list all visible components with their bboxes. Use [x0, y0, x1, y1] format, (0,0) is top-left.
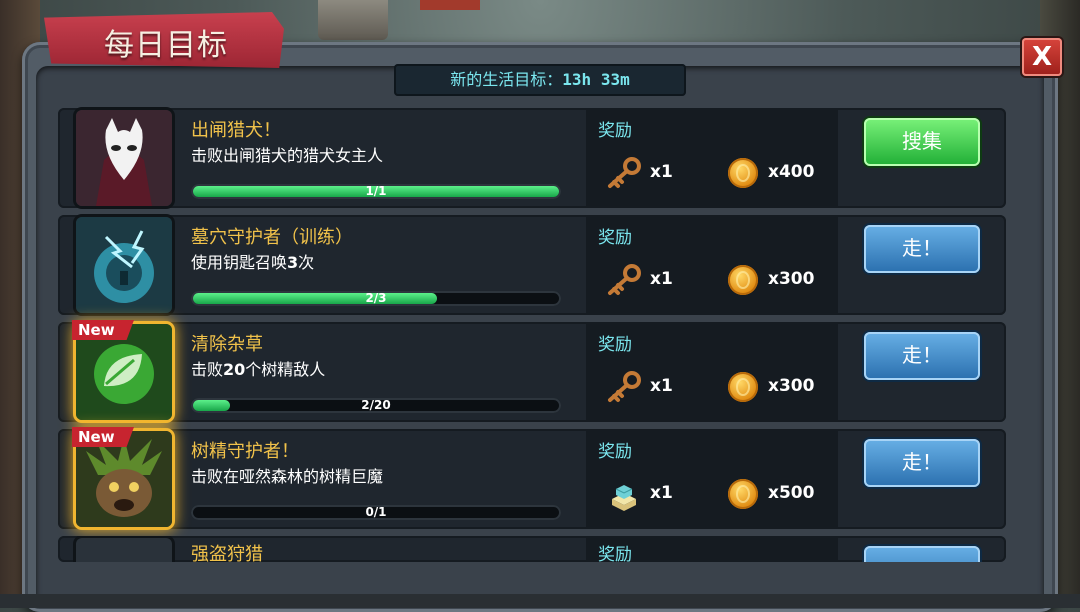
go-button[interactable]: 走！ [864, 225, 980, 273]
progress-text: 1/1 [365, 184, 387, 198]
reward-area: 奖励 x1 x300 [586, 322, 838, 422]
progress-text: 2/20 [361, 398, 391, 412]
reward-coin-qty: x300 [768, 376, 815, 396]
quest-name: 出闸猎犬！ [191, 120, 281, 141]
coin-icon [728, 265, 758, 295]
background-tower [318, 0, 388, 40]
reward-coin-qty: x400 [768, 162, 815, 182]
reward-label: 奖励 [598, 545, 632, 562]
key-icon [608, 264, 641, 295]
desc-text: 次 [298, 253, 315, 272]
reset-timer: 新的生活目标：13h 33m [394, 64, 686, 96]
reward-area: 奖励 x1 x300 [586, 215, 838, 315]
progress-text: 2/3 [365, 291, 387, 305]
desc-text: 使用钥匙召唤 [191, 253, 288, 272]
reward-area: 奖励 [586, 536, 838, 562]
reward-label: 奖励 [598, 228, 632, 248]
go-button[interactable] [864, 546, 980, 562]
quest-description: 使用钥匙召唤3次 [191, 249, 314, 273]
quest-progress-bar: 1/1 [191, 184, 561, 199]
quest-row: New 树精守护者！ 击败在哑然森林的树精巨魔 0/1 奖励 x1 x500 走… [58, 427, 1006, 529]
reward-item-qty: x1 [650, 269, 673, 289]
quest-row: New 清除杂草 击败20个树精敌人 2/20 奖励 x1 x300 走！ [58, 320, 1006, 422]
quest-portrait [76, 538, 172, 562]
quest-row: 强盗狩猎 奖励 [58, 536, 1006, 562]
quest-portrait-masked-woman [76, 110, 172, 206]
quest-name: 强盗狩猎 [191, 544, 263, 562]
quest-progress-bar: 2/3 [191, 291, 561, 306]
progress-text: 0/1 [365, 505, 387, 519]
new-badge: New [72, 427, 134, 447]
bottom-nav-strip [0, 594, 1080, 608]
coin-icon [728, 158, 758, 188]
cake-icon [612, 485, 636, 511]
reward-item-qty: x1 [650, 376, 673, 396]
reward-label: 奖励 [598, 335, 632, 355]
quest-progress-bar: 0/1 [191, 505, 561, 520]
reward-area: 奖励 x1 x400 [586, 108, 838, 208]
desc-text: 击败 [191, 360, 224, 379]
reward-label: 奖励 [598, 121, 632, 141]
quest-description: 击败在哑然森林的树精巨魔 [191, 467, 384, 486]
quest-description: 击败20个树精敌人 [191, 356, 325, 380]
reward-area: 奖励 x1 x500 [586, 429, 838, 529]
key-icon [608, 157, 641, 188]
desc-number: 20 [223, 360, 246, 379]
quest-name: 树精守护者！ [191, 441, 299, 462]
close-button[interactable]: X [1022, 38, 1062, 76]
quest-description: 击败出闸猎犬的猎犬女主人 [191, 146, 384, 165]
desc-number: 3 [287, 253, 299, 272]
coin-icon [728, 479, 758, 509]
quest-row: 墓穴守护者（训练） 使用钥匙召唤3次 2/3 奖励 x1 x300 走！ [58, 215, 1006, 315]
collect-button[interactable]: 搜集 [864, 118, 980, 166]
desc-text: 个树精敌人 [245, 360, 326, 379]
reward-item-qty: x1 [650, 483, 673, 503]
timer-value: 13h 33m [562, 70, 630, 89]
key-icon [608, 371, 641, 402]
quest-row: 出闸猎犬！ 击败出闸猎犬的猎犬女主人 1/1 奖励 x1 x400 搜集 [58, 108, 1006, 208]
go-button[interactable]: 走！ [864, 439, 980, 487]
quest-progress-bar: 2/20 [191, 398, 561, 413]
reward-label: 奖励 [598, 442, 632, 462]
page-title: 每日目标 [104, 28, 228, 63]
quest-name: 清除杂草 [191, 334, 263, 355]
new-badge: New [72, 320, 134, 340]
timer-label: 新的生活目标： [450, 70, 563, 89]
quest-name: 墓穴守护者（训练） [191, 227, 353, 248]
go-button[interactable]: 走！ [864, 332, 980, 380]
quest-portrait-crypt-guardian [76, 217, 172, 313]
coin-icon [728, 372, 758, 402]
background-flag [420, 0, 480, 10]
reward-coin-qty: x500 [768, 483, 815, 503]
reward-coin-qty: x300 [768, 269, 815, 289]
reward-item-qty: x1 [650, 162, 673, 182]
